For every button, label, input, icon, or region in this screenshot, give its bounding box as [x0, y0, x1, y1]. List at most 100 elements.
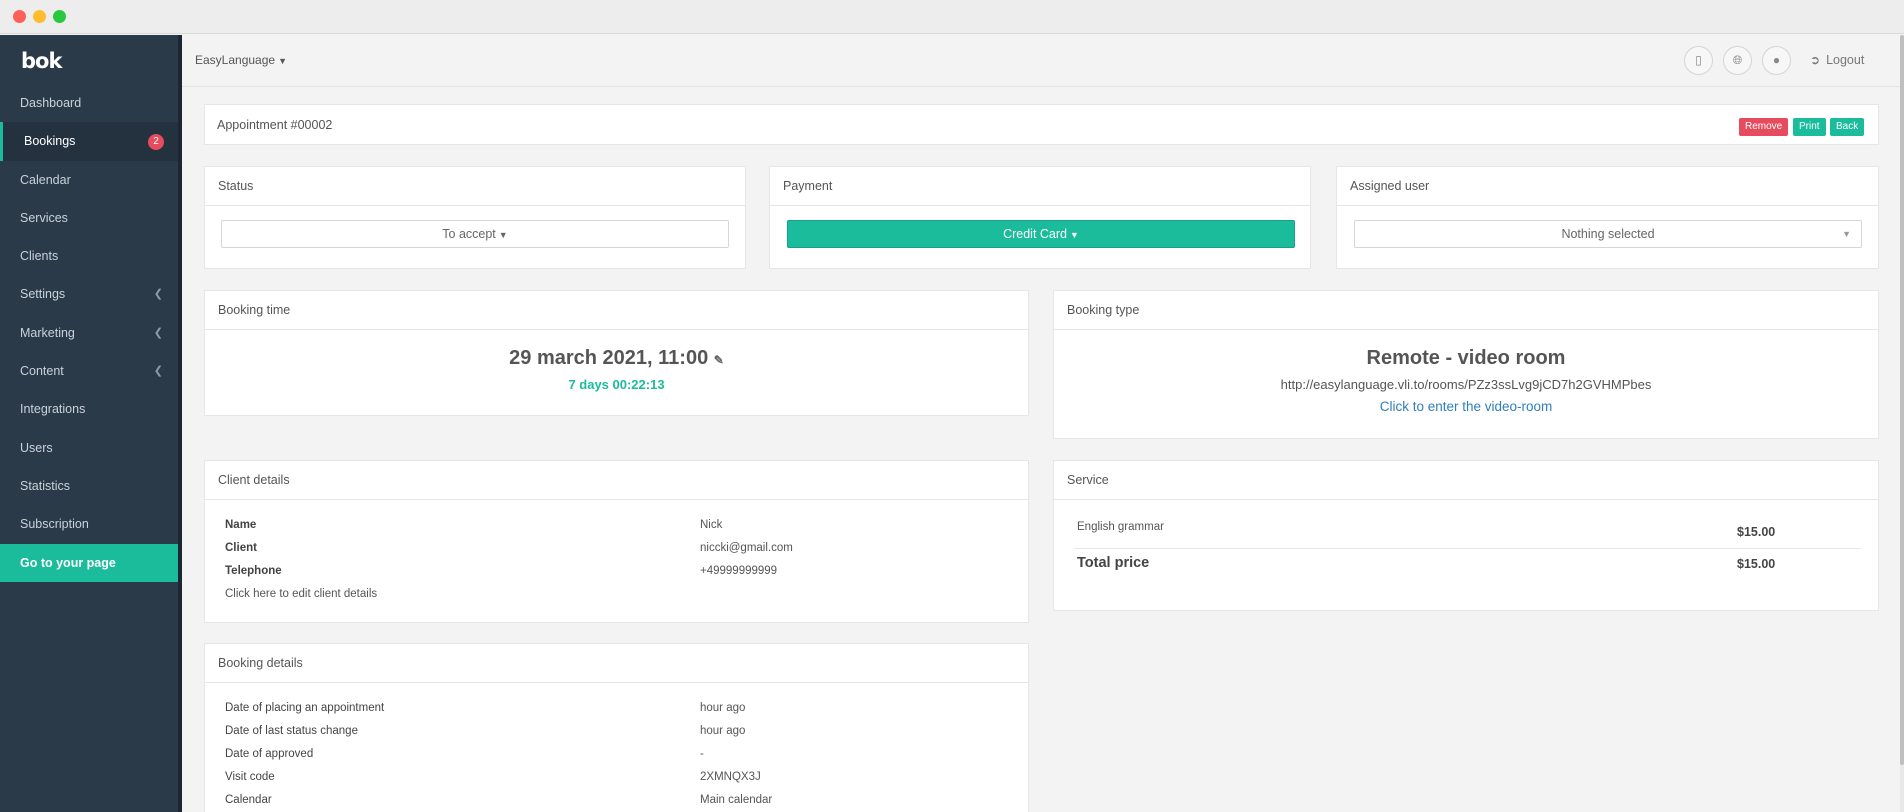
- client-email-label: Client: [225, 542, 257, 554]
- sidebar-item-label: Integrations: [20, 402, 86, 417]
- detail-label: Date of placing an appointment: [225, 702, 385, 714]
- status-panel-title: Status: [205, 167, 745, 206]
- caret-down-icon: ▼: [1070, 230, 1079, 240]
- client-name-label: Name: [225, 519, 257, 531]
- status-value: To accept: [442, 227, 496, 241]
- remove-button[interactable]: Remove: [1739, 118, 1789, 136]
- payment-panel: Payment Credit Card ▼: [769, 166, 1311, 269]
- payment-value: Credit Card: [1003, 227, 1067, 241]
- app-logo[interactable]: bok: [21, 49, 62, 73]
- client-email-link[interactable]: niccki@gmail.com: [700, 542, 793, 554]
- sidebar-item-label: Clients: [20, 249, 59, 264]
- chevron-left-icon: ❮: [153, 365, 163, 378]
- print-button[interactable]: Print: [1793, 118, 1826, 136]
- booking-time-panel: Booking time 29 march 2021, 11:00 ✎ 7 da…: [204, 290, 1029, 416]
- booking-time-panel-title: Booking time: [205, 291, 1028, 330]
- appointment-header-panel: Appointment #00002 Remove Print Back: [204, 104, 1879, 145]
- caret-down-icon: ▼: [498, 230, 508, 240]
- close-window-button[interactable]: [13, 10, 26, 23]
- logout-label: Logout: [1826, 53, 1865, 67]
- sidebar-item-label: Bookings: [24, 134, 76, 149]
- client-details-panel-title: Client details: [205, 461, 1028, 500]
- service-panel: Service English grammar $15.00 Total pri…: [1053, 460, 1879, 611]
- total-price-label: Total price: [1077, 555, 1150, 571]
- sidebar-item-services[interactable]: Services: [0, 199, 178, 237]
- booking-details-panel: Booking details Date of placing an appoi…: [204, 643, 1029, 812]
- detail-value: 2XMNQX3J: [700, 771, 761, 783]
- sidebar-item-subscription[interactable]: Subscription: [0, 505, 178, 543]
- maximize-window-button[interactable]: [53, 10, 66, 23]
- detail-value: hour ago: [700, 702, 746, 714]
- sidebar-item-clients[interactable]: Clients: [0, 237, 178, 275]
- detail-label: Date of approved: [225, 748, 314, 760]
- sidebar-item-bookings[interactable]: Bookings 2: [0, 122, 178, 161]
- booking-datetime: 29 march 2021, 11:00 ✎: [205, 347, 1028, 370]
- sidebar-item-label: Subscription: [20, 517, 89, 532]
- sidebar-item-statistics[interactable]: Statistics: [0, 467, 178, 505]
- sidebar-item-label: Content: [20, 364, 64, 379]
- booking-details-panel-title: Booking details: [205, 644, 1028, 683]
- booking-type-panel-title: Booking type: [1054, 291, 1878, 330]
- user-icon[interactable]: ●: [1762, 46, 1791, 75]
- sidebar-item-label: Users: [20, 440, 53, 455]
- window-titlebar: [0, 0, 1904, 34]
- sidebar-item-label: Calendar: [20, 172, 71, 187]
- divider: [1074, 548, 1861, 549]
- service-name: English grammar: [1077, 521, 1164, 533]
- client-name-value: Nick: [700, 519, 723, 531]
- sidebar-nav: Dashboard Bookings 2 Calendar Services Cl…: [0, 84, 178, 582]
- booking-type-panel: Booking type Remote - video room http://…: [1053, 290, 1879, 439]
- topbar: EasyLanguage ▼ ▯ 🌐︎ ● ➲ Logout: [182, 35, 1900, 87]
- sidebar-item-users[interactable]: Users: [0, 429, 178, 467]
- sidebar-item-integrations[interactable]: Integrations: [0, 390, 178, 428]
- sidebar-item-label: Services: [20, 210, 68, 225]
- service-price: $15.00: [1737, 525, 1776, 539]
- caret-down-icon: ▼: [1842, 229, 1851, 239]
- edit-client-details-link[interactable]: Click here to edit client details: [225, 588, 377, 600]
- back-button[interactable]: Back: [1830, 118, 1865, 136]
- go-to-your-page-button[interactable]: Go to your page: [0, 543, 178, 582]
- scrollbar-thumb[interactable]: [1900, 35, 1904, 765]
- sidebar-item-content[interactable]: Content ❮: [0, 352, 178, 390]
- sidebar-item-calendar[interactable]: Calendar: [0, 161, 178, 199]
- client-details-panel: Client details Name Nick Client niccki@g…: [204, 460, 1029, 623]
- minimize-window-button[interactable]: [33, 10, 46, 23]
- chevron-left-icon: ❮: [153, 288, 163, 301]
- detail-value: -: [700, 748, 704, 760]
- page-scrollbar[interactable]: [1900, 35, 1904, 812]
- booking-datetime-value: 29 march 2021, 11:00: [509, 347, 709, 369]
- company-dropdown[interactable]: EasyLanguage ▼: [195, 53, 287, 67]
- sidebar-item-marketing[interactable]: Marketing ❮: [0, 314, 178, 352]
- detail-value: hour ago: [700, 725, 746, 737]
- sidebar-item-label: Statistics: [20, 478, 71, 493]
- sidebar-item-label: Marketing: [20, 325, 75, 340]
- company-name: EasyLanguage: [195, 53, 276, 67]
- service-panel-title: Service: [1054, 461, 1878, 500]
- sidebar-item-label: Settings: [20, 287, 66, 302]
- sidebar-item-label: Dashboard: [20, 96, 82, 110]
- booking-countdown: 7 days 00:22:13: [568, 377, 665, 392]
- globe-icon[interactable]: 🌐︎: [1723, 46, 1752, 75]
- enter-video-room-link[interactable]: Click to enter the video-room: [1054, 399, 1878, 414]
- detail-value: Main calendar: [700, 794, 773, 806]
- detail-label: Visit code: [225, 771, 275, 783]
- detail-label: Calendar: [225, 794, 272, 806]
- logout-icon: ➲: [1810, 53, 1821, 67]
- assigned-user-select[interactable]: Nothing selected ▼: [1354, 220, 1862, 248]
- payment-method-dropdown[interactable]: Credit Card ▼: [787, 220, 1295, 248]
- assigned-user-value: Nothing selected: [1561, 227, 1655, 241]
- sidebar-item-dashboard[interactable]: Dashboard: [0, 84, 178, 122]
- client-phone-value: +49999999999: [700, 565, 778, 577]
- pencil-edit-icon[interactable]: ✎: [714, 353, 724, 367]
- assigned-user-panel: Assigned user Nothing selected ▼: [1336, 166, 1879, 269]
- logout-button[interactable]: ➲ Logout: [1810, 53, 1864, 67]
- status-dropdown[interactable]: To accept ▼: [221, 220, 729, 248]
- status-panel: Status To accept ▼: [204, 166, 746, 269]
- chevron-left-icon: ❮: [153, 326, 163, 339]
- total-price-value: $15.00: [1737, 557, 1776, 571]
- booking-type-name: Remote - video room: [1366, 347, 1566, 369]
- mobile-icon[interactable]: ▯: [1684, 46, 1713, 75]
- video-room-url: http://easylanguage.vli.to/rooms/PZz3ssL…: [1280, 377, 1652, 392]
- client-phone-label: Telephone: [225, 565, 282, 577]
- sidebar-item-settings[interactable]: Settings ❮: [0, 275, 178, 313]
